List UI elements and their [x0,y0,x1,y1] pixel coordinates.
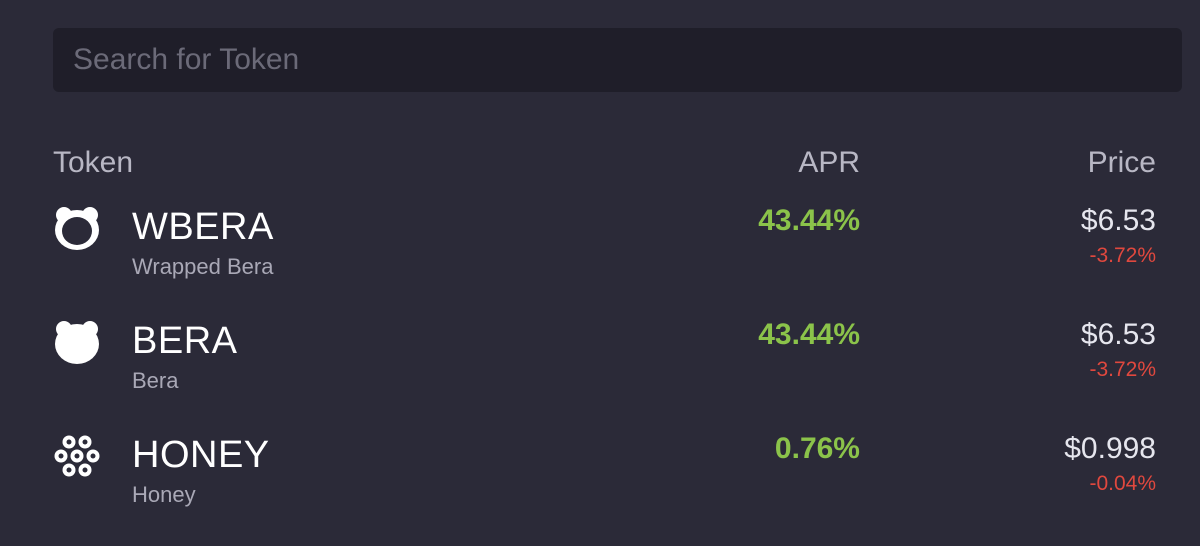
token-price-change: -3.72% [1089,244,1156,267]
bear-solid-icon [53,318,101,366]
token-row-wbera[interactable]: WBERA Wrapped Bera 43.44% $6.53 -3.72% [53,200,1156,290]
token-price: $6.53 [1080,204,1156,237]
token-symbol: WBERA [132,206,274,248]
honeycomb-icon [53,432,101,480]
token-price-change: -0.04% [1089,472,1156,495]
table-header: Token APR Price [53,146,1156,186]
search-box[interactable] [53,28,1182,92]
token-column-header[interactable]: Token [53,146,133,180]
token-apr: 43.44% [758,318,860,351]
apr-column-header[interactable]: APR [798,146,860,180]
search-input[interactable] [73,43,1162,77]
token-price: $6.53 [1080,318,1156,351]
token-name: Honey [132,482,196,507]
token-row-bera[interactable]: BERA Bera 43.44% $6.53 -3.72% [53,314,1156,404]
bear-outline-icon [53,204,101,252]
token-name: Bera [132,368,179,393]
token-price-change: -3.72% [1089,358,1156,381]
token-symbol: BERA [132,320,238,362]
token-name: Wrapped Bera [132,254,274,279]
price-column-header[interactable]: Price [1088,146,1156,180]
token-apr: 0.76% [774,432,860,465]
token-price: $0.998 [1064,432,1156,465]
token-symbol: HONEY [132,434,270,476]
token-apr: 43.44% [758,204,860,237]
token-row-honey[interactable]: HONEY Honey 0.76% $0.998 -0.04% [53,428,1156,518]
